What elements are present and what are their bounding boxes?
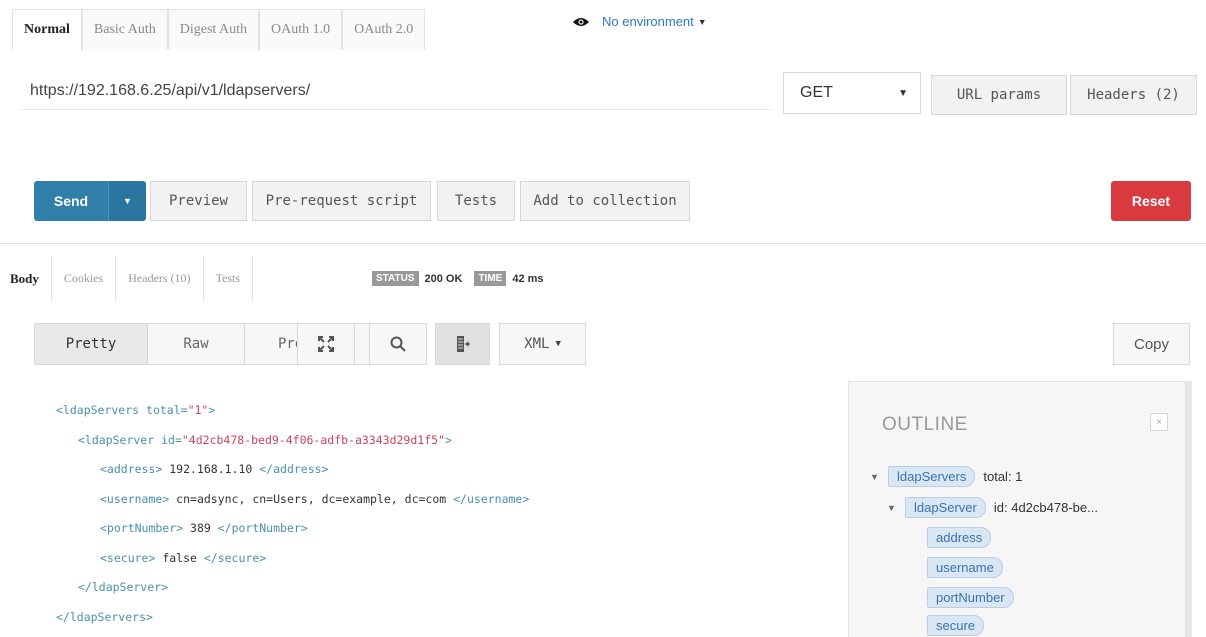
- chevron-down-icon: ▼: [697, 16, 707, 27]
- tab-tests[interactable]: Tests: [204, 256, 254, 301]
- code-line: <ldapServers total="1">: [56, 403, 216, 417]
- time-value: 42 ms: [512, 272, 544, 285]
- auth-tabs: Normal Basic Auth Digest Auth OAuth 1.0 …: [12, 9, 426, 50]
- response-tabs: Body Cookies Headers (10) Tests: [10, 256, 254, 301]
- code-line: <portNumber> 389 </portNumber>: [100, 521, 308, 535]
- time-badge: TIME: [474, 271, 507, 286]
- tab-raw[interactable]: Raw: [148, 324, 245, 364]
- code-line: </ldapServers>: [56, 609, 153, 624]
- wrap-lines-icon: [456, 336, 470, 352]
- wrap-lines-button[interactable]: [435, 323, 490, 365]
- code-line: <address> 192.168.1.10 </address>: [100, 462, 329, 476]
- outline-node-detail: total: 1: [983, 469, 1023, 484]
- format-value: XML: [524, 336, 550, 352]
- send-button[interactable]: Send: [34, 181, 108, 221]
- add-to-collection-button[interactable]: Add to collection: [520, 181, 690, 221]
- status-value: 200 OK: [424, 272, 463, 285]
- close-icon[interactable]: ×: [1150, 413, 1168, 431]
- tests-button[interactable]: Tests: [437, 181, 515, 221]
- response-body-code: <ldapServers total="1"> <ldapServer id="…: [56, 396, 529, 632]
- outline-node-label: secure: [927, 615, 985, 636]
- fullscreen-button[interactable]: [297, 323, 355, 365]
- format-select[interactable]: XML ▼: [499, 323, 586, 365]
- tab-body[interactable]: Body: [10, 256, 52, 301]
- chevron-down-icon: ▼: [898, 87, 908, 99]
- outline-node-label: ldapServers: [888, 466, 976, 487]
- tab-cookies[interactable]: Cookies: [52, 256, 117, 301]
- outline-node[interactable]: ▼ ldapServers total: 1: [870, 466, 1022, 487]
- collapse-triangle-icon[interactable]: ▼: [887, 503, 897, 513]
- send-dropdown-button[interactable]: ▼: [108, 181, 146, 221]
- environment-label: No environment: [602, 14, 694, 29]
- code-line: <secure> false </secure>: [100, 550, 267, 565]
- reset-button[interactable]: Reset: [1111, 181, 1191, 221]
- outline-node[interactable]: secure: [927, 615, 985, 636]
- search-icon: [390, 336, 406, 352]
- response-status: STATUS 200 OK TIME 42 ms: [372, 271, 544, 286]
- tab-pretty[interactable]: Pretty: [35, 324, 148, 364]
- tab-normal[interactable]: Normal: [12, 9, 82, 50]
- code-line: <username> cn=adsync, cn=Users, dc=examp…: [100, 491, 530, 506]
- headers-button[interactable]: Headers (2): [1070, 75, 1197, 115]
- expand-icon: [318, 336, 334, 352]
- divider: [0, 243, 1206, 244]
- outline-node-label: ldapServer: [905, 497, 986, 518]
- outline-title: OUTLINE: [882, 414, 968, 435]
- outline-node[interactable]: username: [927, 557, 1003, 578]
- outline-node-label: address: [927, 527, 992, 548]
- chevron-down-icon: ▼: [123, 196, 132, 206]
- outline-node-detail: id: 4d2cb478-be...: [993, 500, 1098, 515]
- code-line: </ldapServer>: [78, 580, 169, 594]
- eye-icon: [573, 17, 589, 26]
- collapse-triangle-icon[interactable]: ▼: [870, 472, 880, 482]
- tab-digest-auth[interactable]: Digest Auth: [167, 9, 260, 50]
- pre-request-script-button[interactable]: Pre-request script: [252, 181, 431, 221]
- tab-oauth-1[interactable]: OAuth 1.0: [259, 9, 343, 50]
- outline-node-label: username: [927, 557, 1003, 578]
- outline-node[interactable]: ▼ ldapServer id: 4d2cb478-be...: [887, 497, 1098, 518]
- send-button-group: Send ▼: [34, 181, 146, 221]
- environment-selector[interactable]: No environment ▼: [572, 14, 707, 29]
- tab-basic-auth[interactable]: Basic Auth: [81, 9, 168, 50]
- outline-node[interactable]: address: [927, 527, 992, 548]
- outline-node[interactable]: portNumber: [927, 587, 1014, 608]
- tab-headers[interactable]: Headers (10): [116, 256, 204, 301]
- outline-node-label: portNumber: [927, 587, 1014, 608]
- scrollbar[interactable]: [1186, 381, 1192, 637]
- method-select[interactable]: GET ▼: [783, 72, 921, 114]
- chevron-down-icon: ▼: [555, 339, 561, 349]
- preview-button[interactable]: Preview: [150, 181, 247, 221]
- code-line: <ldapServer id="4d2cb478-bed9-4f06-adfb-…: [78, 432, 452, 447]
- copy-button[interactable]: Copy: [1113, 323, 1190, 365]
- url-input[interactable]: [20, 72, 772, 110]
- status-badge: STATUS: [372, 271, 419, 286]
- search-button[interactable]: [369, 323, 427, 365]
- tab-oauth-2[interactable]: OAuth 2.0: [342, 9, 426, 50]
- url-params-button[interactable]: URL params: [931, 75, 1067, 115]
- method-value: GET: [800, 84, 833, 101]
